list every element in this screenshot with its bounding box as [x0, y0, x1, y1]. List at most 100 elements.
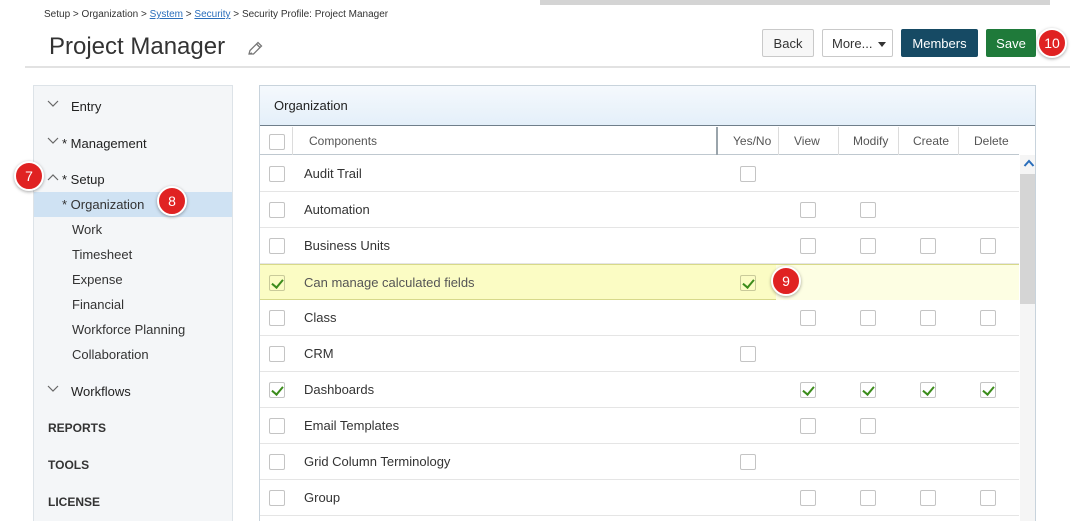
scroll-up-arrow-icon[interactable]	[1023, 158, 1035, 168]
column-header-modify[interactable]: Modify	[853, 127, 888, 155]
sidebar-item-timesheet[interactable]: Timesheet	[34, 242, 232, 267]
table-row: Automation	[260, 192, 1019, 228]
modify-checkbox[interactable]	[860, 418, 876, 434]
view-checkbox[interactable]	[800, 202, 816, 218]
column-separator	[778, 127, 779, 155]
create-checkbox[interactable]	[920, 238, 936, 254]
breadcrumb-setup[interactable]: Setup	[44, 9, 70, 20]
view-checkbox[interactable]	[800, 418, 816, 434]
table-row: Audit Trail	[260, 156, 1019, 192]
row-select-checkbox[interactable]	[269, 166, 285, 182]
row-select-checkbox[interactable]	[269, 490, 285, 506]
row-select-checkbox[interactable]	[269, 238, 285, 254]
yesno-checkbox[interactable]	[740, 454, 756, 470]
breadcrumb-separator: >	[70, 9, 82, 20]
sidebar-item-collaboration[interactable]: Collaboration	[34, 342, 232, 367]
save-button[interactable]: Save	[986, 29, 1036, 57]
view-checkbox[interactable]	[800, 238, 816, 254]
sidebar-item-reports[interactable]: REPORTS	[34, 416, 232, 440]
row-select-checkbox[interactable]	[269, 346, 285, 362]
sidebar-item-label: Timesheet	[72, 247, 133, 262]
members-button[interactable]: Members	[901, 29, 978, 57]
sidebar-item-label: Work	[72, 222, 103, 237]
sidebar-item-label: Collaboration	[72, 347, 149, 362]
row-select-checkbox[interactable]	[269, 382, 285, 398]
component-name: Group	[304, 490, 341, 505]
delete-checkbox[interactable]	[980, 310, 996, 326]
delete-checkbox[interactable]	[980, 238, 996, 254]
modify-checkbox[interactable]	[860, 310, 876, 326]
delete-checkbox[interactable]	[980, 382, 996, 398]
back-button[interactable]: Back	[762, 29, 814, 57]
component-name: Grid Column Terminology	[304, 454, 451, 469]
sidebar-item-label: Expense	[72, 272, 123, 287]
more-dropdown[interactable]: More...	[822, 29, 893, 57]
sidebar-item-label: * Management	[62, 135, 147, 151]
view-checkbox[interactable]	[800, 382, 816, 398]
column-header-components[interactable]: Components	[309, 127, 377, 155]
sidebar-item-label: * Setup	[62, 171, 105, 187]
modify-checkbox[interactable]	[860, 238, 876, 254]
row-select-checkbox[interactable]	[269, 418, 285, 434]
sidebar-item-workflows[interactable]: Workflows	[34, 379, 232, 403]
step-badge-7: 7	[14, 161, 44, 191]
column-header-view[interactable]: View	[794, 127, 820, 155]
breadcrumb-system[interactable]: System	[150, 9, 183, 20]
yesno-checkbox[interactable]	[740, 275, 756, 291]
modify-checkbox[interactable]	[860, 490, 876, 506]
column-header-yesno[interactable]: Yes/No	[733, 127, 771, 155]
edit-pencil-icon[interactable]	[246, 40, 264, 58]
table-row: Group	[260, 480, 1019, 516]
component-name: CRM	[304, 346, 334, 361]
column-separator	[838, 127, 839, 155]
breadcrumb-security[interactable]: Security	[194, 9, 230, 20]
delete-checkbox[interactable]	[980, 490, 996, 506]
sidebar-item-tools[interactable]: TOOLS	[34, 453, 232, 477]
sidebar-item-expense[interactable]: Expense	[34, 267, 232, 292]
page-title: Project Manager	[49, 33, 226, 60]
row-select-checkbox[interactable]	[269, 310, 285, 326]
sidebar-item-setup[interactable]: * Setup	[34, 167, 232, 191]
row-select-checkbox[interactable]	[269, 454, 285, 470]
sidebar-item-label: Workflows	[71, 383, 131, 399]
yesno-checkbox[interactable]	[740, 166, 756, 182]
scrollbar-thumb[interactable]	[1020, 174, 1035, 304]
sidebar-item-organization[interactable]: * Organization	[34, 192, 232, 217]
sidebar-item-license[interactable]: LICENSE	[34, 490, 232, 514]
sidebar-item-management[interactable]: * Management	[34, 131, 232, 155]
sidebar-item-label: Workforce Planning	[72, 322, 186, 337]
modify-checkbox[interactable]	[860, 382, 876, 398]
view-checkbox[interactable]	[800, 310, 816, 326]
permissions-panel: Organization Components Yes/No View Modi…	[259, 85, 1036, 521]
breadcrumb-separator: >	[183, 9, 195, 20]
table-row: CRM	[260, 336, 1019, 372]
yesno-checkbox[interactable]	[740, 346, 756, 362]
component-name: Audit Trail	[304, 166, 362, 181]
column-separator	[292, 127, 293, 155]
chevron-down-icon	[47, 137, 59, 144]
sidebar-item-label: REPORTS	[48, 421, 107, 435]
column-separator	[958, 127, 959, 155]
create-checkbox[interactable]	[920, 490, 936, 506]
create-checkbox[interactable]	[920, 310, 936, 326]
sidebar-item-entry[interactable]: Entry	[34, 94, 232, 118]
sidebar-item-label: Entry	[71, 98, 102, 114]
table-row: Email Templates	[260, 408, 1019, 444]
view-checkbox[interactable]	[800, 490, 816, 506]
sidebar-item-financial[interactable]: Financial	[34, 292, 232, 317]
column-header-create[interactable]: Create	[913, 127, 949, 155]
table-row: Grid Column Terminology	[260, 444, 1019, 480]
sidebar-item-work[interactable]: Work	[34, 217, 232, 242]
component-name: Class	[304, 310, 337, 325]
breadcrumb: Setup > Organization > System > Security…	[44, 9, 388, 20]
header-divider	[25, 66, 1070, 68]
row-select-checkbox[interactable]	[269, 202, 285, 218]
column-resize-handle[interactable]	[716, 127, 718, 155]
create-checkbox[interactable]	[920, 382, 936, 398]
column-header-delete[interactable]: Delete	[974, 127, 1009, 155]
row-select-checkbox[interactable]	[269, 275, 285, 291]
breadcrumb-organization[interactable]: Organization	[82, 9, 139, 20]
modify-checkbox[interactable]	[860, 202, 876, 218]
sidebar-item-workforce-planning[interactable]: Workforce Planning	[34, 317, 232, 342]
more-label: More...	[832, 35, 873, 51]
